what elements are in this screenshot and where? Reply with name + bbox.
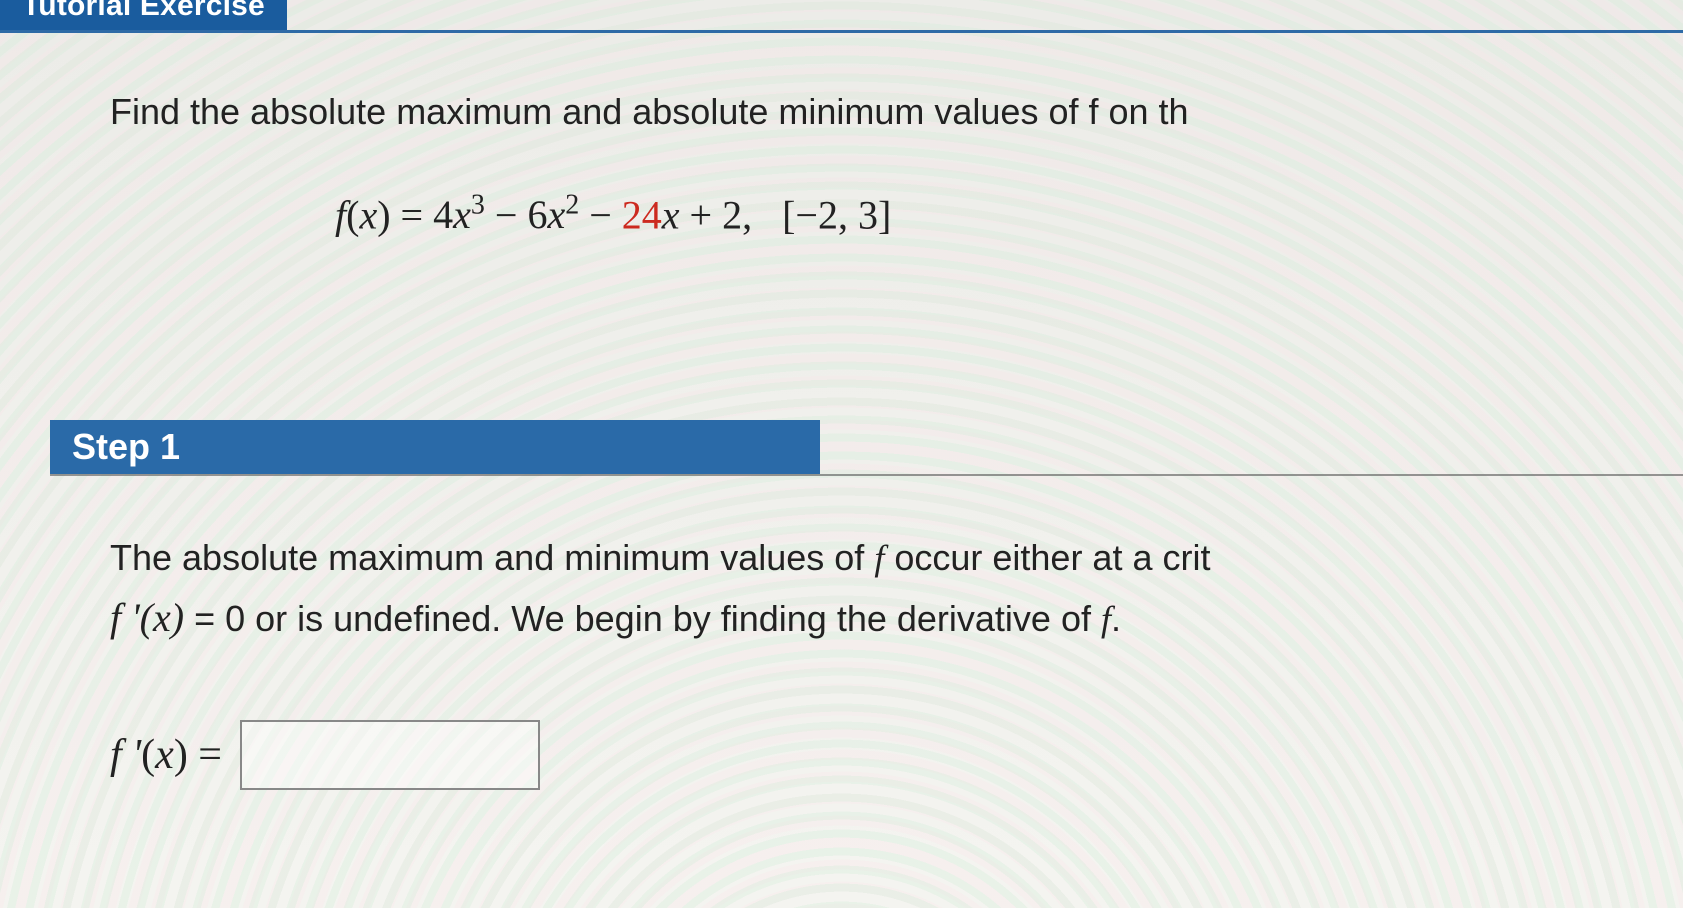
problem-prompt: Find the absolute maximum and absolute m…: [110, 88, 1683, 137]
formula-term2: 6x2: [527, 192, 579, 237]
coef-c: 24: [622, 192, 662, 237]
formula-eq: =: [401, 192, 424, 237]
formula-interval: [−2, 3]: [782, 192, 891, 237]
formula-term1: 4x3: [433, 192, 485, 237]
step-header: Step 1: [50, 420, 820, 474]
step-divider: [50, 474, 1683, 476]
coef-a: 4: [433, 192, 453, 237]
coef-b: 6: [527, 192, 547, 237]
line1-a: The absolute maximum and minimum values …: [110, 537, 874, 578]
formula-f: f: [335, 192, 346, 237]
step-body-line1: The absolute maximum and minimum values …: [110, 530, 1683, 587]
formula-term3: 24: [622, 192, 662, 237]
answer-row: f '(x) =: [110, 720, 540, 790]
answer-label: f '(x) =: [110, 731, 222, 779]
formula-const: 2: [722, 192, 742, 237]
header-divider: [0, 30, 1683, 33]
step-body: The absolute maximum and minimum values …: [110, 530, 1683, 649]
line1-f: f: [874, 538, 884, 578]
line2-b: .: [1111, 598, 1121, 639]
prompt-text-a: Find the absolute maximum and absolute m…: [110, 91, 1189, 132]
line2-a: = 0 or is undefined. We begin by finding…: [184, 598, 1101, 639]
line2-f: f: [1101, 599, 1111, 639]
formula-x: x: [359, 192, 377, 237]
problem-formula: f(x) = 4x3 − 6x2 − 24x + 2, [−2, 3]: [335, 190, 891, 238]
line2-fprime: f '(x): [110, 595, 184, 640]
tutorial-exercise-tab: Tutorial Exercise: [0, 0, 287, 30]
step-body-line2: f '(x) = 0 or is undefined. We begin by …: [110, 587, 1683, 649]
line1-b: occur either at a crit: [884, 537, 1210, 578]
derivative-input[interactable]: [240, 720, 540, 790]
step-label: Step 1: [50, 426, 180, 468]
header-tab-label: Tutorial Exercise: [22, 0, 265, 22]
